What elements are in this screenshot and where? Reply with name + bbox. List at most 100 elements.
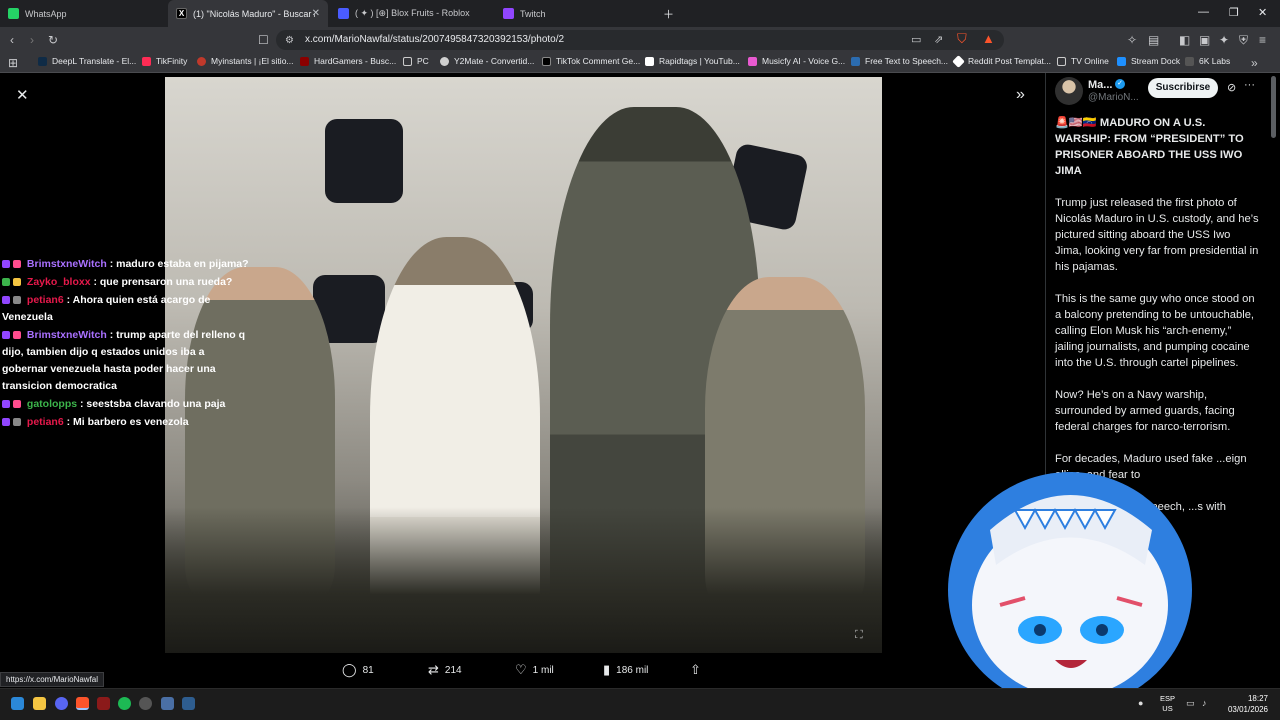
- tab-x-search[interactable]: X (1) "Nicolás Maduro" - Buscar / X ✕: [168, 0, 328, 27]
- bookmark-6k-labs[interactable]: 6K Labs: [1185, 56, 1230, 66]
- volume-icon[interactable]: ♪: [1202, 698, 1207, 708]
- no-audio-badge-icon: [13, 418, 21, 426]
- chat-text: : maduro estaba en pijama?: [109, 258, 249, 270]
- bookmark-tikfinity[interactable]: TikFinity: [142, 56, 187, 66]
- author-name[interactable]: Ma...: [1088, 79, 1112, 91]
- heart-badge-icon: [13, 331, 21, 339]
- leo-ai-icon[interactable]: ✦: [1219, 32, 1229, 48]
- bookmark-free-tts[interactable]: Free Text to Speech...: [851, 56, 948, 66]
- menu-icon[interactable]: ≡: [1259, 32, 1266, 48]
- microphone-icon[interactable]: ●: [1138, 698, 1143, 708]
- y2mate-icon: [440, 56, 449, 66]
- tab-twitch[interactable]: Twitch: [495, 0, 660, 27]
- bookmark-label: Free Text to Speech...: [865, 56, 948, 66]
- system-clock[interactable]: 18:27 03/01/2026: [1224, 693, 1268, 715]
- like-button[interactable]: ♡ 1 mil: [515, 662, 554, 678]
- app-icon[interactable]: [97, 697, 110, 710]
- file-explorer-icon[interactable]: [33, 697, 46, 710]
- views-chart-icon: ▮: [603, 662, 611, 677]
- subscriber-badge-icon: [2, 260, 10, 268]
- subscribe-button[interactable]: Suscribirse: [1148, 78, 1218, 98]
- bookmark-label: TV Online: [1071, 56, 1109, 66]
- vtuber-avatar-overlay: [948, 472, 1192, 690]
- back-icon[interactable]: ‹: [10, 32, 14, 48]
- share-button[interactable]: ⇧: [690, 662, 707, 678]
- bookmark-reddit-template[interactable]: Reddit Post Templat...: [952, 54, 1051, 68]
- bookmark-deepl[interactable]: DeepL Translate - El...: [38, 56, 136, 66]
- musicfy-icon: [748, 56, 757, 66]
- bookmark-stream-dock[interactable]: Stream Dock: [1117, 56, 1180, 66]
- window-close-icon[interactable]: ✕: [1258, 6, 1267, 19]
- send-icon: [952, 54, 965, 68]
- bookmark-folder-tv[interactable]: TV Online: [1057, 56, 1109, 66]
- star-badge-icon: [13, 278, 21, 286]
- vpn-icon[interactable]: ⛨: [1239, 32, 1248, 48]
- app-icon[interactable]: [161, 697, 174, 710]
- x-icon: X: [176, 8, 187, 19]
- spotify-icon[interactable]: [118, 697, 131, 710]
- tab-search-icon[interactable]: ▤: [1148, 32, 1159, 48]
- gift-badge-icon: [2, 278, 10, 286]
- bookmark-tiktok-comment[interactable]: TikTok Comment Ge...: [542, 56, 640, 66]
- bookmark-musicfy[interactable]: Musicfy AI - Voice G...: [748, 56, 845, 66]
- windows-start-icon[interactable]: [11, 697, 24, 710]
- view-count: 186 mil: [616, 664, 649, 676]
- bookmark-myinstants[interactable]: Myinstants | ¡El sitio...: [197, 56, 294, 66]
- bookmark-folder-pc[interactable]: PC: [403, 56, 429, 66]
- roblox-icon: [338, 8, 349, 19]
- brave-rewards-icon[interactable]: ▲: [982, 31, 995, 47]
- repost-count: 214: [444, 664, 462, 676]
- new-tab-icon[interactable]: ＋: [663, 6, 674, 22]
- input-language[interactable]: ESP US: [1160, 694, 1175, 714]
- more-options-icon[interactable]: ···: [1244, 79, 1255, 91]
- toggle-panel-icon[interactable]: »: [1016, 86, 1025, 104]
- panel-scrollbar[interactable]: [1271, 76, 1276, 138]
- views-button[interactable]: ▮ 186 mil: [603, 662, 648, 678]
- tab-title: ( ✦ ) [⊕] Blox Fruits - Roblox: [355, 8, 470, 18]
- site-settings-icon[interactable]: ⚙: [285, 33, 294, 49]
- 6k-labs-icon: [1185, 56, 1194, 66]
- chat-username: BrimstxneWitch: [26, 258, 107, 270]
- tab-whatsapp[interactable]: WhatsApp: [0, 0, 168, 27]
- extensions-icon[interactable]: ✧: [1127, 32, 1137, 48]
- tts-icon: [851, 56, 860, 66]
- bookmark-rapidtags[interactable]: Rapidtags | YouTub...: [645, 56, 740, 66]
- address-url[interactable]: x.com/MarioNawfal/status/200749584732039…: [305, 34, 564, 45]
- more-bookmarks-icon[interactable]: »: [1251, 55, 1258, 71]
- repost-button[interactable]: ⇄ 214: [428, 662, 462, 678]
- tab-blox-fruits[interactable]: ( ✦ ) [⊕] Blox Fruits - Roblox: [330, 0, 495, 27]
- tweet-paragraph: Now? He’s on a Navy warship, surrounded …: [1055, 389, 1235, 433]
- restore-icon[interactable]: ❐: [1229, 6, 1239, 19]
- bookmark-y2mate[interactable]: Y2Mate - Convertid...: [440, 56, 534, 66]
- bookmark-hardgamers[interactable]: HardGamers - Busc...: [300, 56, 396, 66]
- reply-button[interactable]: ◯ 81: [342, 662, 374, 678]
- grok-icon[interactable]: ⊘: [1227, 81, 1236, 94]
- tab-title: WhatsApp: [25, 8, 67, 19]
- app-icon[interactable]: [182, 697, 195, 710]
- cast-icon[interactable]: ▭: [911, 32, 921, 48]
- alt-text-icon[interactable]: ⛶: [855, 629, 863, 642]
- obs-icon[interactable]: [139, 697, 152, 710]
- minimize-icon[interactable]: —: [1198, 6, 1209, 18]
- brave-browser-icon[interactable]: [76, 697, 89, 710]
- chat-message: BrimstxneWitch : trump aparte del rellen…: [2, 327, 250, 395]
- chat-username: BrimstxneWitch: [26, 329, 107, 341]
- repost-icon: ⇄: [428, 662, 439, 677]
- discord-icon[interactable]: [55, 697, 68, 710]
- close-photo-icon[interactable]: ✕: [16, 86, 29, 104]
- bookmark-page-icon[interactable]: ☐: [258, 32, 269, 48]
- wallet-icon[interactable]: ▣: [1199, 32, 1210, 48]
- bookmark-label: Stream Dock: [1131, 56, 1181, 66]
- forward-icon[interactable]: ›: [30, 32, 34, 48]
- author-handle[interactable]: @MarioN...: [1088, 92, 1139, 103]
- brave-shields-icon[interactable]: ⛉: [957, 31, 967, 47]
- network-icon[interactable]: ▭: [1186, 698, 1195, 709]
- apps-grid-icon[interactable]: ⊞: [8, 55, 18, 71]
- deepl-icon: [38, 56, 47, 66]
- close-tab-icon[interactable]: ✕: [312, 8, 320, 19]
- share-icon[interactable]: ⇗: [934, 32, 943, 48]
- reload-icon[interactable]: ↻: [48, 32, 58, 48]
- folder-icon: [403, 56, 412, 66]
- sidebar-icon[interactable]: ◧: [1179, 32, 1190, 48]
- avatar[interactable]: [1055, 77, 1083, 105]
